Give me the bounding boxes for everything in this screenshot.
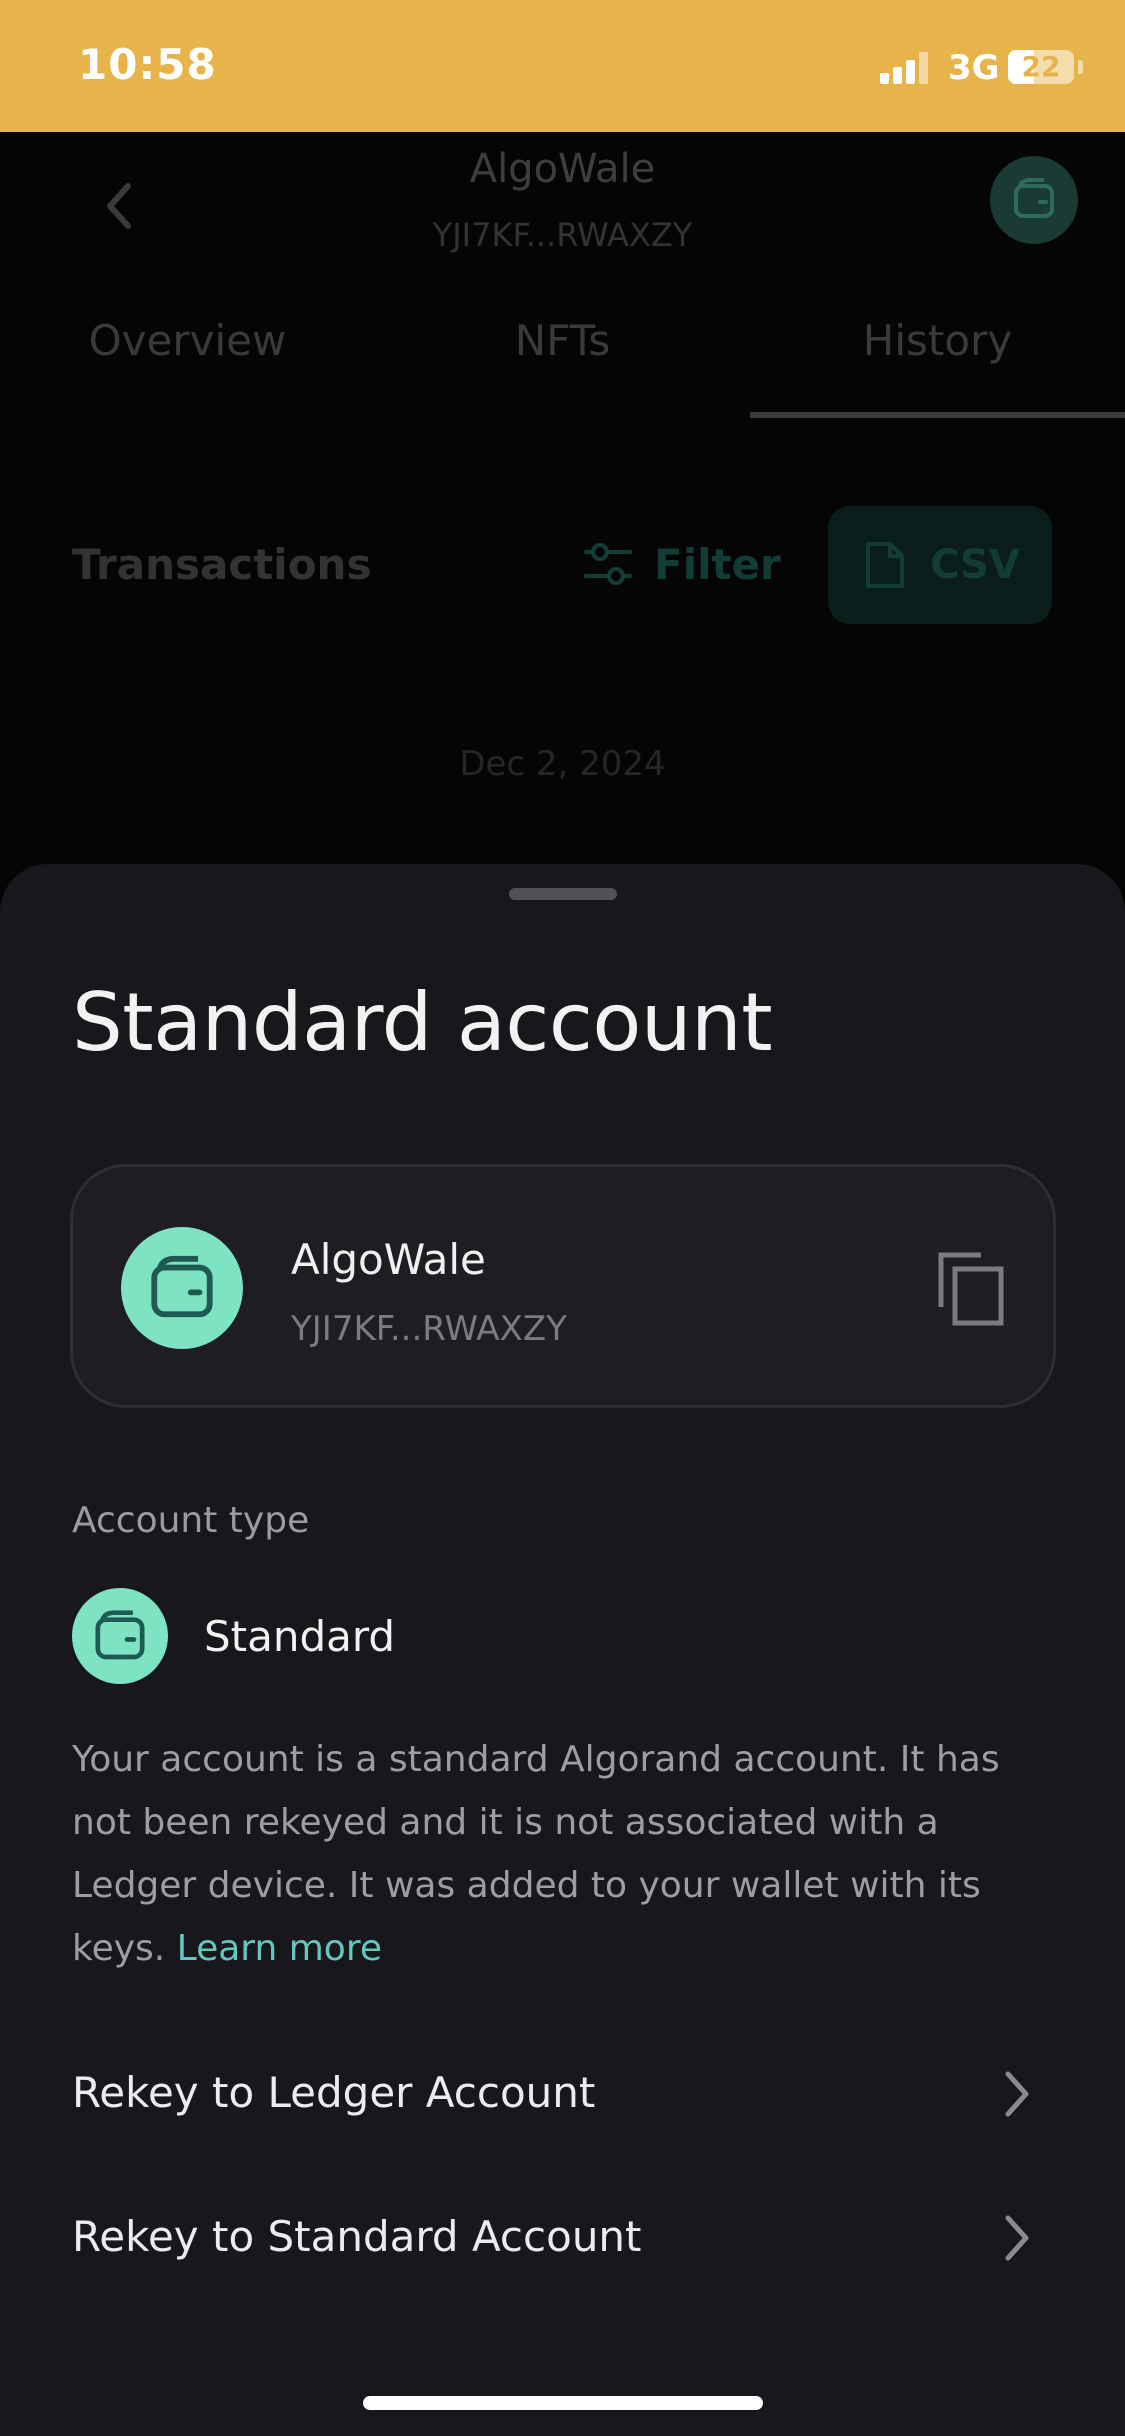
wallet-icon xyxy=(1014,178,1054,218)
wallet-icon xyxy=(95,1610,145,1660)
copy-icon xyxy=(938,1252,1004,1326)
csv-export-button[interactable]: CSV xyxy=(828,506,1052,624)
tab-overview[interactable]: Overview xyxy=(0,316,375,365)
date-section-header: Dec 2, 2024 xyxy=(459,744,666,784)
account-card: AlgoWale YJI7KF...RWAXZY xyxy=(70,1164,1056,1408)
screen: 10:58 3G 22 AlgoWale YJI7KF...RWAXZY Ove… xyxy=(0,0,1125,2436)
wallet-icon xyxy=(151,1255,213,1318)
chevron-right-icon xyxy=(1000,2210,1034,2266)
network-type: 3G xyxy=(948,48,1000,88)
active-tab-indicator xyxy=(750,412,1125,418)
battery-nub xyxy=(1078,60,1083,74)
account-type-avatar xyxy=(72,1588,168,1684)
filter-label: Filter xyxy=(654,539,781,589)
csv-label: CSV xyxy=(930,542,1020,588)
sheet-title: Standard account xyxy=(72,976,773,1069)
copy-address-button[interactable] xyxy=(935,1249,1009,1329)
battery-level: 22 xyxy=(1021,50,1061,83)
account-name: AlgoWale xyxy=(291,1235,486,1284)
account-address: YJI7KF...RWAXZY xyxy=(291,1309,567,1349)
csv-file-icon xyxy=(866,542,905,588)
sheet-grabber[interactable] xyxy=(509,888,617,900)
page-title: AlgoWale xyxy=(469,146,656,192)
tab-nfts[interactable]: NFTs xyxy=(375,316,750,365)
filter-button[interactable]: Filter xyxy=(580,532,781,596)
cellular-signal-icon xyxy=(880,52,932,84)
rekey-to-ledger-label: Rekey to Ledger Account xyxy=(72,2068,596,2117)
transactions-title: Transactions xyxy=(72,540,372,589)
account-detail-page: AlgoWale YJI7KF...RWAXZY Overview NFTs H… xyxy=(0,132,1125,892)
rekey-to-standard-label: Rekey to Standard Account xyxy=(72,2212,642,2261)
filter-sliders-icon xyxy=(584,543,632,585)
learn-more-link[interactable]: Learn more xyxy=(177,1928,382,1969)
home-indicator xyxy=(363,2396,763,2410)
account-type-value: Standard xyxy=(204,1612,396,1661)
status-bar: 10:58 3G 22 xyxy=(0,0,1125,132)
page-address: YJI7KF...RWAXZY xyxy=(432,216,693,254)
account-type-label: Account type xyxy=(72,1500,310,1541)
account-type-description: Your account is a standard Algorand acco… xyxy=(72,1728,1032,1980)
rekey-to-ledger-row[interactable]: Rekey to Ledger Account xyxy=(0,2038,1125,2148)
account-type-sheet: Standard account AlgoWale YJI7KF...RWAXZ… xyxy=(0,864,1125,2436)
chevron-right-icon xyxy=(1000,2066,1034,2122)
battery-icon: 22 xyxy=(1008,50,1074,84)
tab-history[interactable]: History xyxy=(750,316,1125,365)
header-avatar[interactable] xyxy=(990,156,1078,244)
rekey-to-standard-row[interactable]: Rekey to Standard Account xyxy=(0,2182,1125,2292)
status-time: 10:58 xyxy=(78,40,217,89)
account-avatar xyxy=(121,1227,243,1349)
